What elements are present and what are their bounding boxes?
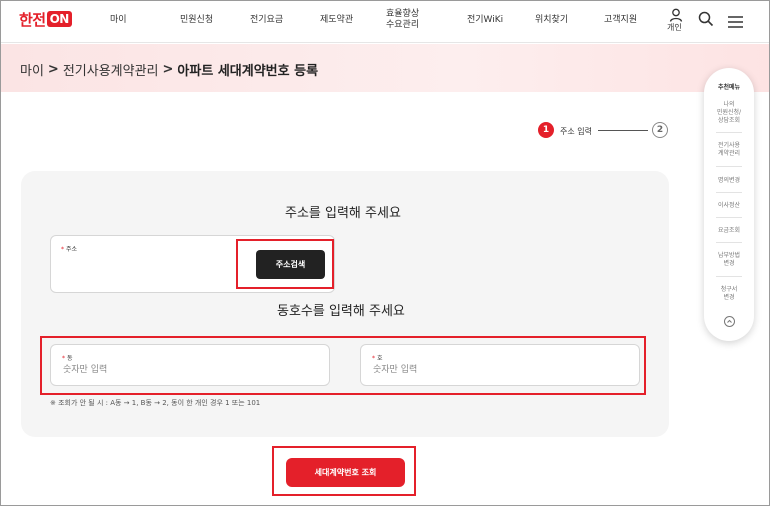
dong-label: * 동	[62, 353, 73, 362]
side-divider	[716, 242, 742, 243]
unit-title: 동호수를 입력해 주세요	[277, 304, 405, 319]
header: 한전 ON 마이 민원신청 전기요금 제도약관 효율향상 수요관리 전기WiKi …	[0, 0, 770, 43]
side-divider	[716, 217, 742, 218]
scroll-top-icon[interactable]	[724, 316, 735, 327]
step-1-label: 주소 입력	[560, 127, 592, 136]
required-mark: *	[61, 246, 64, 253]
dong-field[interactable]: * 동	[50, 344, 330, 386]
logo[interactable]: 한전 ON	[19, 9, 72, 29]
nav-item-my[interactable]: 마이	[110, 12, 127, 25]
breadcrumb-separator: >	[47, 62, 59, 77]
logo-on: ON	[46, 11, 72, 27]
address-label: * 주소	[61, 244, 77, 253]
required-mark: *	[62, 355, 65, 362]
menu-icon[interactable]	[728, 13, 743, 32]
nav-item-civil-service[interactable]: 민원신청	[180, 12, 213, 25]
breadcrumb: 마이 > 전기사용계약관리 > 아파트 세대계약번호 등록	[20, 60, 318, 79]
ho-label-text: 호	[377, 355, 383, 362]
breadcrumb-band: 마이 > 전기사용계약관리 > 아파트 세대계약번호 등록	[0, 44, 770, 92]
nav-item-efficiency-line1: 효율향상	[386, 9, 420, 19]
dong-input[interactable]	[63, 363, 263, 377]
side-divider	[716, 276, 742, 277]
step-2-badge: 2	[652, 122, 668, 138]
side-divider	[716, 192, 742, 193]
recommended-menu: 추천메뉴 나의 민원신청/상담조회 전기사용 계약관리 명의변경 이사정산 요금조회…	[704, 68, 754, 341]
breadcrumb-item-contract[interactable]: 전기사용계약관리	[63, 60, 159, 79]
nav-item-efficiency-line2: 수요관리	[386, 20, 420, 30]
address-label-text: 주소	[66, 246, 78, 253]
logo-text: 한전	[19, 10, 46, 29]
recommended-menu-title: 추천메뉴	[717, 84, 741, 91]
address-search-button[interactable]: 주소검색	[256, 250, 325, 279]
side-item-bill-lookup[interactable]: 요금조회	[708, 227, 750, 235]
required-mark: *	[372, 355, 375, 362]
side-divider	[716, 166, 742, 167]
nav-item-wiki[interactable]: 전기WiKi	[467, 12, 503, 25]
search-icon[interactable]	[698, 11, 714, 31]
ho-field[interactable]: * 호	[360, 344, 640, 386]
nav-item-location[interactable]: 위치찾기	[535, 12, 568, 25]
side-item-invoice[interactable]: 청구서 변경	[708, 286, 750, 302]
side-divider	[716, 132, 742, 133]
ho-label: * 호	[372, 353, 383, 362]
side-item-contract[interactable]: 전기사용 계약관리	[708, 142, 750, 158]
nav-item-electric-bill[interactable]: 전기요금	[250, 12, 283, 25]
side-item-name-change[interactable]: 명의변경	[708, 177, 750, 185]
person-label: 개인	[667, 23, 682, 32]
contract-lookup-button[interactable]: 세대계약번호 조회	[286, 458, 405, 487]
nav-item-support[interactable]: 고객지원	[604, 12, 637, 25]
breadcrumb-separator: >	[162, 62, 174, 77]
side-item-moving[interactable]: 이사정산	[708, 202, 750, 210]
address-title: 주소를 입력해 주세요	[285, 206, 401, 221]
dong-label-text: 동	[67, 355, 73, 362]
nav-item-efficiency[interactable]: 효율향상 수요관리	[386, 9, 419, 31]
side-item-my-civil[interactable]: 나의 민원신청/상담조회	[708, 101, 750, 125]
breadcrumb-item-my[interactable]: 마이	[20, 60, 44, 79]
side-item-payment-method[interactable]: 납부방법 변경	[708, 252, 750, 268]
ho-input[interactable]	[373, 363, 573, 377]
step-1-badge: 1	[538, 122, 554, 138]
lookup-note: ※ 조회가 안 될 시 : A동 → 1, B동 → 2, 동이 한 개인 경우…	[50, 399, 261, 407]
breadcrumb-current: 아파트 세대계약번호 등록	[177, 64, 319, 79]
step-connector	[598, 130, 648, 131]
nav-item-terms[interactable]: 제도약관	[320, 12, 353, 25]
